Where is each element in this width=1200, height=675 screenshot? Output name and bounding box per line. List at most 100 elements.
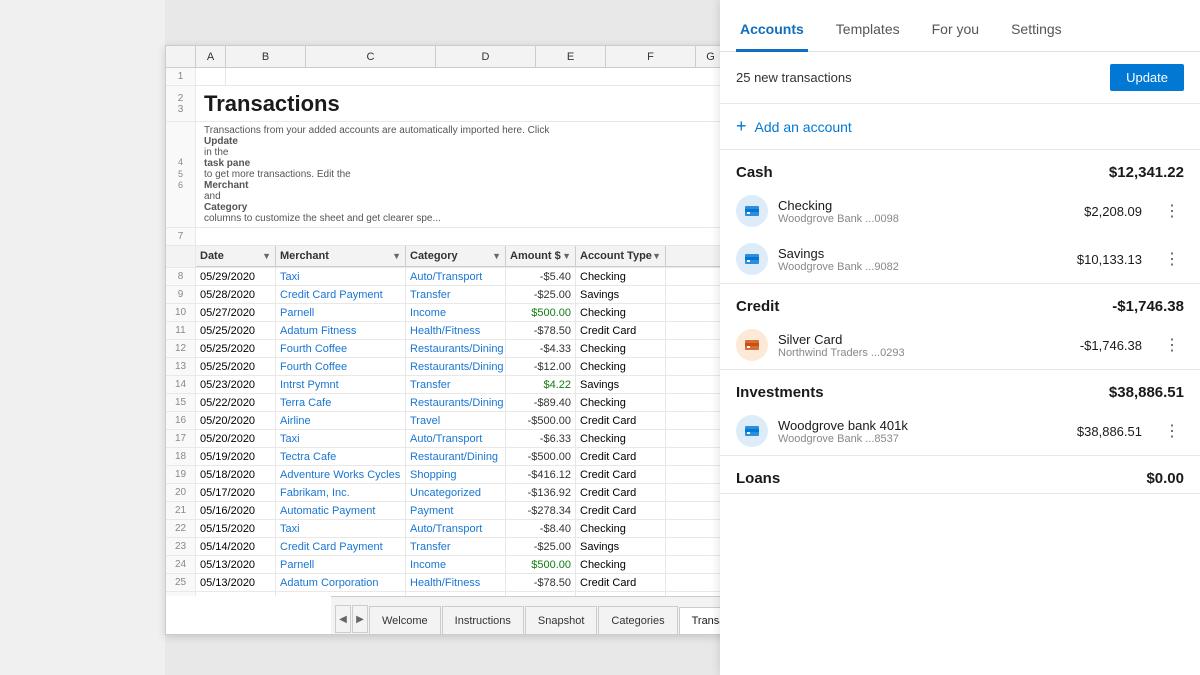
tab-settings[interactable]: Settings: [1007, 9, 1066, 52]
account-bank: Woodgrove Bank ...9082: [778, 261, 1067, 273]
spreadsheet-content: 1 23 Transactions 456 Transactions from …: [166, 68, 729, 596]
account-name: Woodgrove bank 401k: [778, 418, 1067, 433]
section-total: $0.00: [1146, 470, 1184, 487]
tab-snapshot[interactable]: Snapshot: [525, 606, 597, 634]
tab-scroll-right[interactable]: ▶: [352, 605, 368, 633]
table-row: 1: [166, 68, 729, 86]
account-details: Checking Woodgrove Bank ...0098: [778, 198, 1074, 225]
account-name: Silver Card: [778, 332, 1070, 347]
account-section: Cash $12,341.22 Checking Woodgrove Bank …: [720, 150, 1200, 284]
section-total: $12,341.22: [1109, 164, 1184, 181]
account-section: Credit -$1,746.38 Silver Card Northwind …: [720, 284, 1200, 370]
spreadsheet-area: A B C D E F G 1 23 Transactions 456 Tran…: [165, 45, 730, 635]
col-merchant: Merchant ▼: [276, 246, 406, 267]
tab-scroll-left[interactable]: ◀: [335, 605, 351, 633]
col-header-e: E: [536, 46, 606, 67]
add-account-label: Add an account: [755, 119, 852, 135]
section-title: Credit: [736, 298, 779, 315]
table-row: 25 05/13/2020 Adatum Corporation Health/…: [166, 574, 729, 592]
account-section: Loans $0.00: [720, 456, 1200, 494]
col-amount: Amount $ ▼: [506, 246, 576, 267]
section-header: Investments $38,886.51: [720, 370, 1200, 407]
row-num-corner: [166, 46, 196, 67]
table-row: 23 05/14/2020 Credit Card Payment Transf…: [166, 538, 729, 556]
col-header-b: B: [226, 46, 306, 67]
col-account: Account Type ▼: [576, 246, 666, 267]
tab-for-you[interactable]: For you: [928, 9, 983, 52]
account-bank: Woodgrove Bank ...0098: [778, 213, 1074, 225]
col-header-d: D: [436, 46, 536, 67]
table-row: Date ▼ Merchant ▼ Category ▼ Amount $ ▼ …: [166, 246, 729, 268]
table-row: 17 05/20/2020 Taxi Auto/Transport -$6.33…: [166, 430, 729, 448]
table-row: 22 05/15/2020 Taxi Auto/Transport -$8.40…: [166, 520, 729, 538]
account-name: Savings: [778, 246, 1067, 261]
account-balance: $2,208.09: [1084, 204, 1142, 219]
update-bar: 25 new transactions Update: [720, 52, 1200, 104]
more-options-button[interactable]: ⋮: [1160, 419, 1184, 443]
row-sidebar-bg: [0, 0, 165, 675]
account-item: Silver Card Northwind Traders ...0293 -$…: [720, 321, 1200, 369]
tab-accounts[interactable]: Accounts: [736, 9, 808, 52]
table-row: 8 05/29/2020 Taxi Auto/Transport -$5.40 …: [166, 268, 729, 286]
table-row: 24 05/13/2020 Parnell Income $500.00 Che…: [166, 556, 729, 574]
more-options-button[interactable]: ⋮: [1160, 199, 1184, 223]
panel-tabs: Accounts Templates For you Settings: [720, 0, 1200, 52]
update-count-text: 25 new transactions: [736, 70, 852, 85]
column-header-bar: A B C D E F G: [166, 46, 729, 68]
more-options-button[interactable]: ⋮: [1160, 247, 1184, 271]
tab-welcome[interactable]: Welcome: [369, 606, 441, 634]
account-icon: [736, 195, 768, 227]
table-row: 11 05/25/2020 Adatum Fitness Health/Fitn…: [166, 322, 729, 340]
col-category: Category ▼: [406, 246, 506, 267]
table-row: 13 05/25/2020 Fourth Coffee Restaurants/…: [166, 358, 729, 376]
section-header: Credit -$1,746.38: [720, 284, 1200, 321]
account-item: Woodgrove bank 401k Woodgrove Bank ...85…: [720, 407, 1200, 455]
table-row: 23 Transactions: [166, 86, 729, 122]
right-panel: Accounts Templates For you Settings 25 n…: [720, 0, 1200, 675]
update-button[interactable]: Update: [1110, 64, 1184, 91]
spreadsheet-desc: Transactions from your added accounts ar…: [196, 122, 729, 227]
account-item: Savings Woodgrove Bank ...9082 $10,133.1…: [720, 235, 1200, 283]
section-header: Loans $0.00: [720, 456, 1200, 493]
account-section: Investments $38,886.51 Woodgrove bank 40…: [720, 370, 1200, 456]
col-header-a: A: [196, 46, 226, 67]
account-item: Checking Woodgrove Bank ...0098 $2,208.0…: [720, 187, 1200, 235]
table-row: 19 05/18/2020 Adventure Works Cycles Sho…: [166, 466, 729, 484]
table-row: 14 05/23/2020 Intrst Pymnt Transfer $4.2…: [166, 376, 729, 394]
account-icon: [736, 329, 768, 361]
tab-templates[interactable]: Templates: [832, 9, 904, 52]
account-bank: Woodgrove Bank ...8537: [778, 433, 1067, 445]
account-name: Checking: [778, 198, 1074, 213]
table-row: 21 05/16/2020 Automatic Payment Payment …: [166, 502, 729, 520]
data-rows-container: 8 05/29/2020 Taxi Auto/Transport -$5.40 …: [166, 268, 729, 596]
section-total: $38,886.51: [1109, 384, 1184, 401]
account-balance: -$1,746.38: [1080, 338, 1142, 353]
table-row: 9 05/28/2020 Credit Card Payment Transfe…: [166, 286, 729, 304]
table-row: 456 Transactions from your added account…: [166, 122, 729, 228]
table-row: 16 05/20/2020 Airline Travel -$500.00 Cr…: [166, 412, 729, 430]
table-row: 12 05/25/2020 Fourth Coffee Restaurants/…: [166, 340, 729, 358]
table-row: 7: [166, 228, 729, 246]
account-icon: [736, 243, 768, 275]
plus-icon: +: [736, 116, 747, 137]
account-details: Silver Card Northwind Traders ...0293: [778, 332, 1070, 359]
sheet-tab-bar: ◀ ▶ Welcome Instructions Snapshot Catego…: [331, 596, 730, 634]
col-header-c: C: [306, 46, 436, 67]
add-account-row[interactable]: + Add an account: [720, 104, 1200, 150]
account-details: Woodgrove bank 401k Woodgrove Bank ...85…: [778, 418, 1067, 445]
more-options-button[interactable]: ⋮: [1160, 333, 1184, 357]
spreadsheet-title: Transactions: [196, 86, 729, 121]
accounts-scroll[interactable]: Cash $12,341.22 Checking Woodgrove Bank …: [720, 150, 1200, 675]
section-header: Cash $12,341.22: [720, 150, 1200, 187]
table-row: 10 05/27/2020 Parnell Income $500.00 Che…: [166, 304, 729, 322]
section-total: -$1,746.38: [1112, 298, 1184, 315]
table-row: 18 05/19/2020 Tectra Cafe Restaurant/Din…: [166, 448, 729, 466]
col-date: Date ▼: [196, 246, 276, 267]
section-title: Loans: [736, 470, 780, 487]
account-details: Savings Woodgrove Bank ...9082: [778, 246, 1067, 273]
tab-instructions[interactable]: Instructions: [442, 606, 524, 634]
section-title: Investments: [736, 384, 824, 401]
tab-categories[interactable]: Categories: [598, 606, 677, 634]
table-row: 15 05/22/2020 Terra Cafe Restaurants/Din…: [166, 394, 729, 412]
account-balance: $38,886.51: [1077, 424, 1142, 439]
